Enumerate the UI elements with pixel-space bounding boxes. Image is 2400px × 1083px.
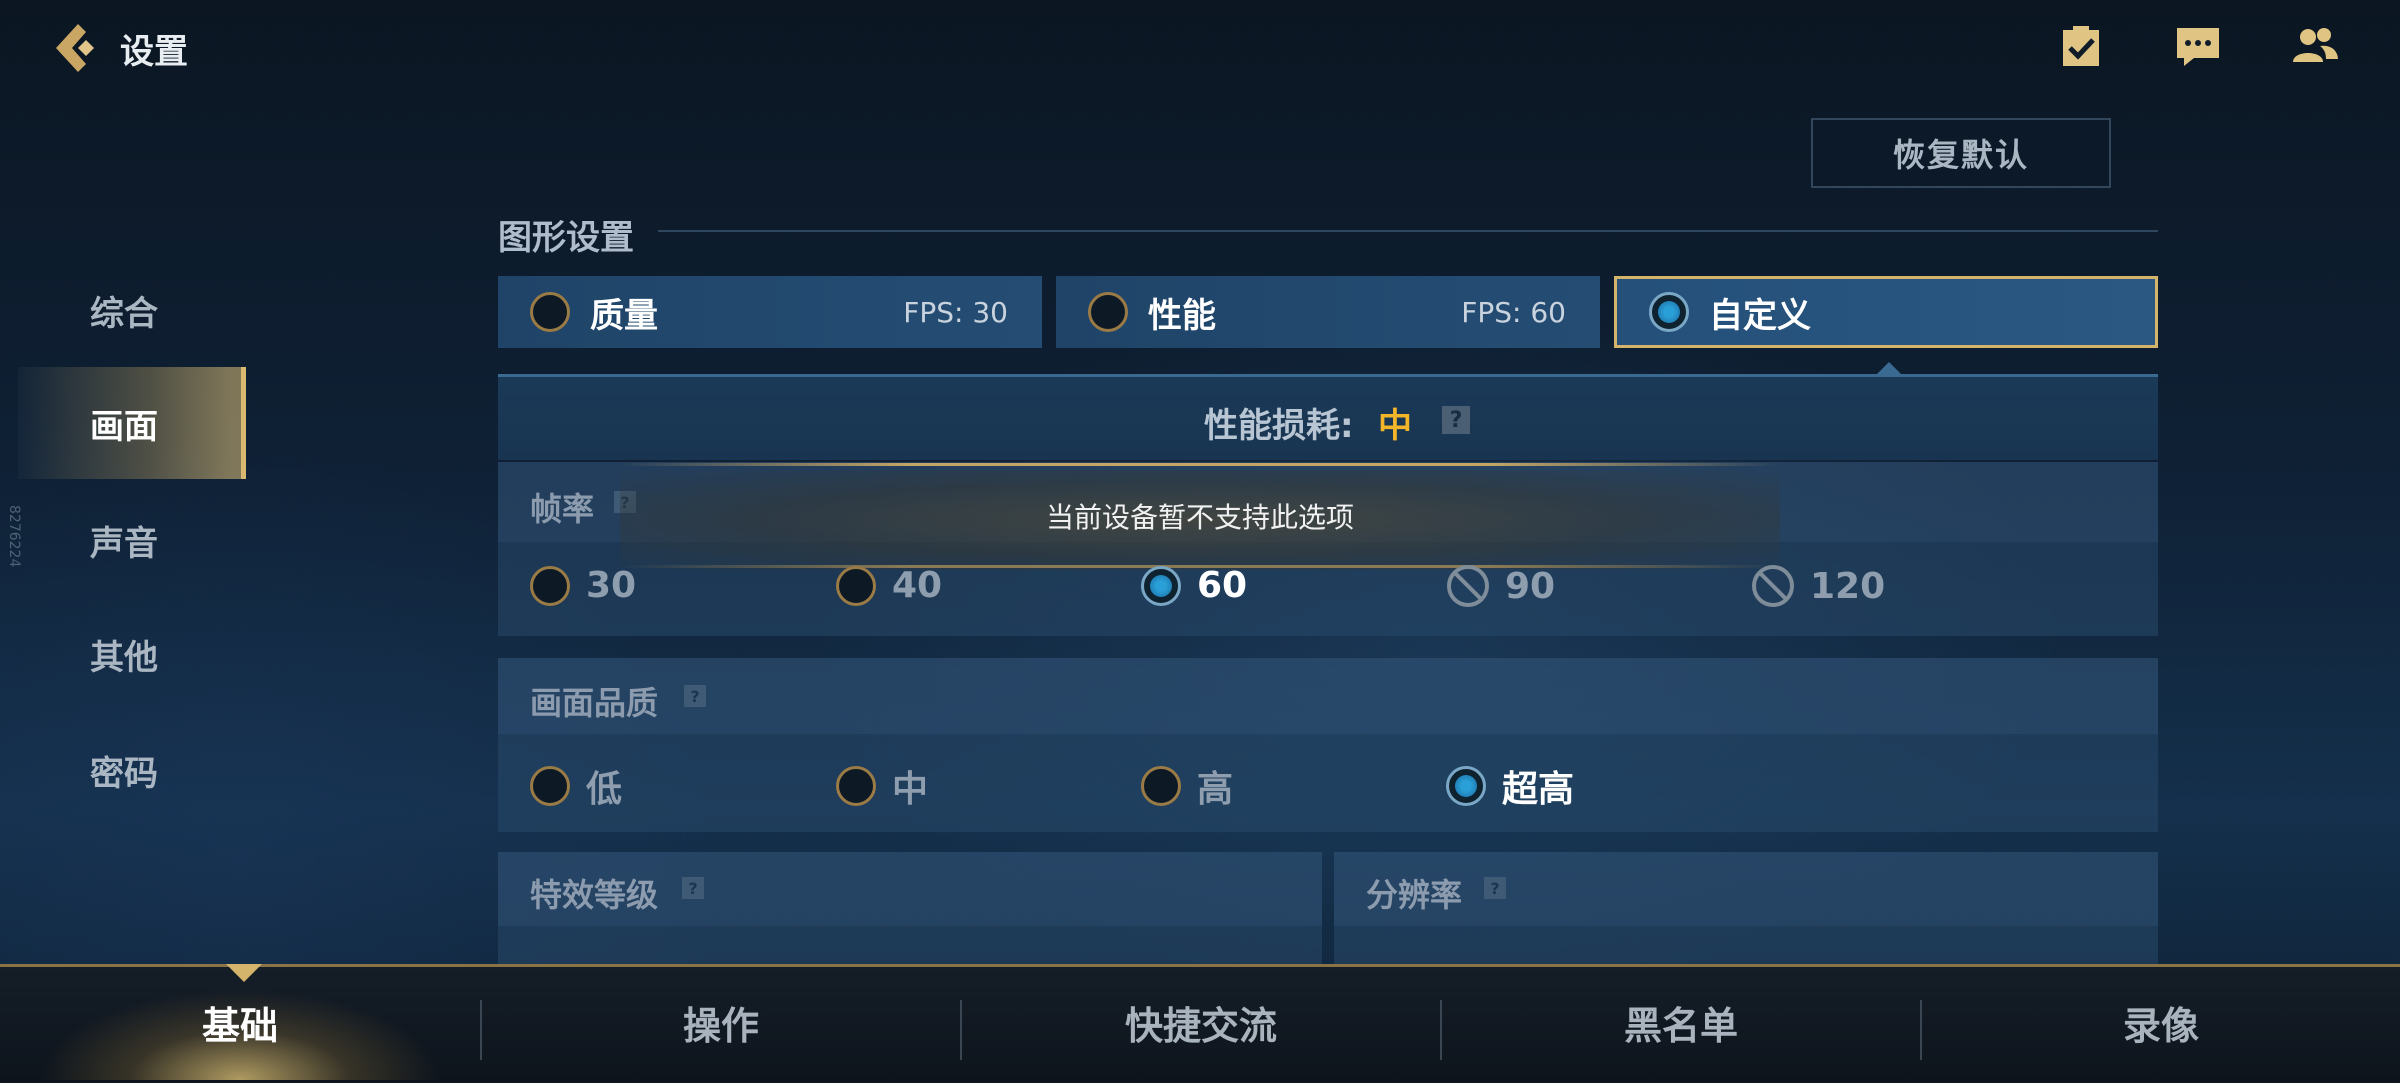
preset-label: 自定义 xyxy=(1709,295,1811,336)
sidebar-item-password[interactable]: 密码 xyxy=(0,714,245,826)
sidebar-item-graphics[interactable]: 画面 xyxy=(18,367,246,479)
tab-quick-chat[interactable]: 快捷交流 xyxy=(962,964,1440,1080)
effects-panel xyxy=(498,926,1322,966)
radio-icon xyxy=(530,766,570,806)
preset-quality[interactable]: 质量 FPS: 30 xyxy=(498,276,1042,348)
section-title: 图形设置 xyxy=(498,218,634,258)
preset-custom[interactable]: 自定义 xyxy=(1614,276,2158,348)
quality-option-medium[interactable]: 中 xyxy=(836,760,928,812)
radio-icon xyxy=(530,565,570,606)
checklist-icon[interactable] xyxy=(2057,22,2105,70)
sidebar-item-label: 密码 xyxy=(90,753,158,794)
tab-basic[interactable]: 基础 xyxy=(0,964,480,1080)
option-label: 超高 xyxy=(1502,769,1575,810)
option-label: 30 xyxy=(586,565,637,606)
sidebar-item-label: 其他 xyxy=(90,637,158,678)
framerate-option-60[interactable]: 60 xyxy=(1141,565,1247,606)
help-icon[interactable]: ? xyxy=(682,877,704,899)
quality-option-ultra[interactable]: 超高 xyxy=(1446,760,1574,812)
effects-title: 特效等级 xyxy=(530,876,659,914)
preset-performance[interactable]: 性能 FPS: 60 xyxy=(1056,276,1600,348)
caret-up-icon xyxy=(1875,362,1903,376)
toast-divider xyxy=(620,463,1780,466)
quality-option-low[interactable]: 低 xyxy=(530,760,622,812)
framerate-option-90: 90 xyxy=(1447,565,1555,607)
radio-icon xyxy=(1141,766,1181,806)
help-icon[interactable]: ? xyxy=(1442,406,1470,434)
framerate-option-30[interactable]: 30 xyxy=(530,565,636,606)
help-icon[interactable]: ? xyxy=(1484,877,1506,899)
disabled-icon xyxy=(1447,565,1489,607)
resolution-title: 分辨率 xyxy=(1366,876,1463,914)
tab-replay[interactable]: 录像 xyxy=(1922,964,2400,1080)
help-icon[interactable]: ? xyxy=(684,685,706,707)
radio-selected-icon xyxy=(1446,766,1486,806)
preset-fps: FPS: 30 xyxy=(903,295,1008,329)
sidebar-item-sound[interactable]: 声音 xyxy=(0,484,245,596)
option-label: 40 xyxy=(892,565,943,606)
performance-divider xyxy=(498,374,2158,377)
sidebar-item-general[interactable]: 综合 xyxy=(0,254,245,366)
framerate-title: 帧率 xyxy=(530,490,595,528)
page-title: 设置 xyxy=(120,32,188,72)
radio-icon xyxy=(836,766,876,806)
disabled-icon xyxy=(1752,565,1794,607)
performance-cost-label: 性能损耗: xyxy=(1204,406,1354,446)
option-label: 低 xyxy=(586,769,623,810)
toast-message: 当前设备暂不支持此选项 xyxy=(1045,501,1354,534)
preset-fps: FPS: 60 xyxy=(1461,295,1566,329)
radio-selected-icon xyxy=(1649,292,1689,332)
sidebar-item-label: 画面 xyxy=(90,406,158,447)
option-label: 中 xyxy=(892,769,929,810)
performance-cost-value: 中 xyxy=(1378,406,1412,446)
radio-selected-icon xyxy=(1141,565,1181,606)
quality-panel xyxy=(498,734,2158,832)
option-label: 90 xyxy=(1505,565,1556,607)
option-label: 高 xyxy=(1197,769,1234,810)
section-divider xyxy=(658,230,2158,232)
tab-controls[interactable]: 操作 xyxy=(482,964,960,1080)
back-button[interactable] xyxy=(48,20,104,76)
sidebar-item-label: 综合 xyxy=(90,293,158,334)
quality-header xyxy=(498,658,2158,734)
preset-label: 质量 xyxy=(590,295,658,336)
sidebar-item-label: 声音 xyxy=(90,523,158,564)
restore-default-button[interactable]: 恢复默认 xyxy=(1811,118,2111,188)
quality-title: 画面品质 xyxy=(530,684,659,722)
chat-icon[interactable] xyxy=(2174,22,2222,70)
tab-blacklist[interactable]: 黑名单 xyxy=(1442,964,1920,1080)
option-label: 120 xyxy=(1810,565,1886,607)
framerate-option-120: 120 xyxy=(1752,565,1885,607)
framerate-option-40[interactable]: 40 xyxy=(836,565,942,606)
back-arrow-icon xyxy=(56,24,94,72)
sidebar-item-other[interactable]: 其他 xyxy=(0,598,245,710)
friends-icon[interactable] xyxy=(2290,22,2338,70)
radio-icon xyxy=(530,292,570,332)
radio-icon xyxy=(836,565,876,606)
radio-icon xyxy=(1088,292,1128,332)
option-label: 60 xyxy=(1197,565,1248,606)
resolution-panel xyxy=(1334,926,2158,966)
quality-option-high[interactable]: 高 xyxy=(1141,760,1233,812)
preset-label: 性能 xyxy=(1148,295,1216,336)
